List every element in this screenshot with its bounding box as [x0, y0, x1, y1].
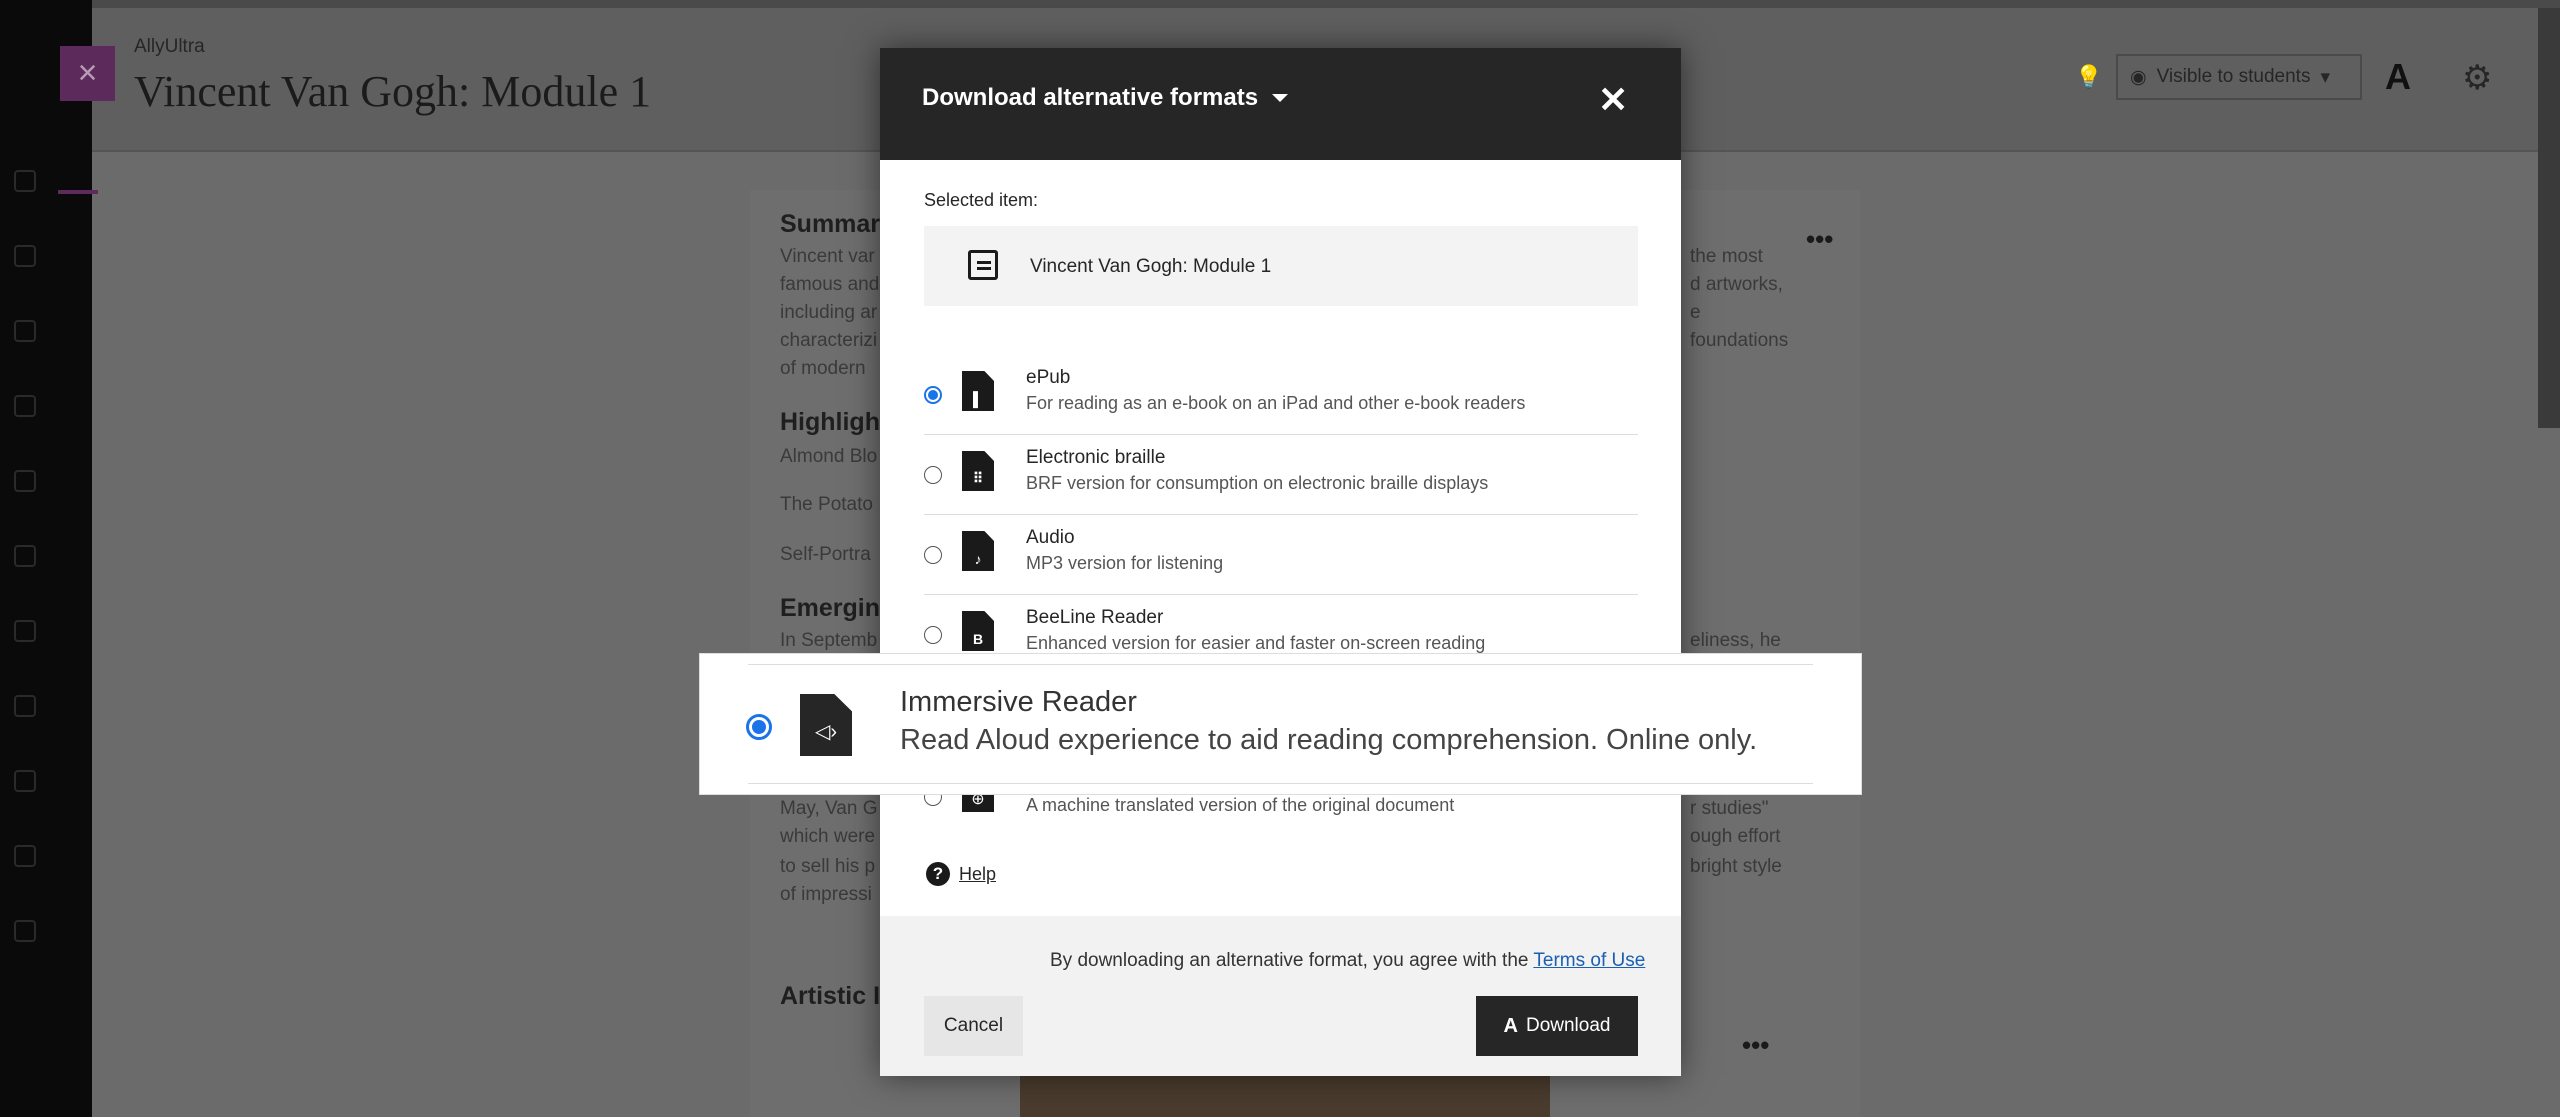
nav-lock-icon[interactable] — [14, 845, 36, 867]
option-title: BeeLine Reader — [1026, 607, 1164, 628]
format-option-braille[interactable]: ⠿ Electronic braille BRF version for con… — [924, 435, 1638, 515]
artwork-image — [1020, 1070, 1550, 1117]
lightbulb-icon[interactable]: 💡 — [2075, 64, 2102, 90]
nav-people-icon[interactable] — [14, 470, 36, 492]
summary-line: characterizi — [780, 330, 878, 351]
format-option-audio[interactable]: ♪ Audio MP3 version for listening — [924, 515, 1638, 595]
option-desc: MP3 version for listening — [1026, 553, 1224, 573]
radio-beeline[interactable] — [924, 626, 942, 644]
more-options-icon[interactable]: ••• — [1806, 224, 1833, 255]
summary-heading: Summar — [780, 210, 881, 238]
eye-icon: ◉ — [2130, 66, 2147, 88]
nav-institution-icon[interactable] — [14, 170, 36, 192]
paragraph-line-right: r studies" — [1690, 798, 1769, 819]
summary-line: famous and — [780, 274, 880, 295]
cancel-button[interactable]: Cancel — [924, 996, 1023, 1056]
artistic-heading: Artistic I — [780, 982, 881, 1010]
visibility-label: Visible to students — [2156, 66, 2311, 87]
nav-grades-icon[interactable] — [14, 695, 36, 717]
option-desc: BRF version for consumption on electroni… — [1026, 473, 1489, 493]
paragraph-line: to sell his p — [780, 856, 876, 877]
emerging-line-right: eliness, he — [1690, 630, 1781, 651]
translated-option-desc: A machine translated version of the orig… — [1026, 795, 1455, 815]
chevron-down-icon: ▾ — [2320, 66, 2330, 88]
terms-text: By downloading an alternative format, yo… — [1050, 950, 1529, 971]
paragraph-line: which were — [780, 826, 876, 847]
close-panel-button[interactable]: × — [60, 46, 115, 101]
summary-line: Vincent var — [780, 246, 875, 267]
emerging-line: In Septemb — [780, 630, 878, 651]
option-desc: Enhanced version for easier and faster o… — [1026, 633, 1486, 653]
option-desc: Read Aloud experience to aid reading com… — [900, 724, 1758, 756]
beeline-icon: B — [962, 611, 994, 651]
option-title: Electronic braille — [1026, 447, 1166, 468]
paragraph-line: May, Van G — [780, 798, 878, 819]
highlight-item: Self-Portra — [780, 544, 871, 565]
active-tab-indicator — [58, 190, 98, 194]
paragraph-line: of impressi — [780, 884, 872, 905]
chevron-down-icon — [1272, 94, 1289, 102]
radio-braille[interactable] — [924, 466, 942, 484]
selected-item-name: Vincent Van Gogh: Module 1 — [1030, 256, 1272, 277]
close-icon[interactable]: ✕ — [1598, 80, 1628, 120]
format-option-epub[interactable]: ▌ ePub For reading as an e-book on an iP… — [924, 355, 1638, 435]
terms-notice: By downloading an alternative format, yo… — [1050, 950, 1645, 972]
nav-messages-icon[interactable] — [14, 620, 36, 642]
nav-calendar-icon[interactable] — [14, 545, 36, 567]
summary-line-right: foundations — [1690, 330, 1789, 351]
download-label: Download — [1525, 1015, 1611, 1036]
option-title: ePub — [1026, 367, 1071, 388]
paragraph-line-right: bright style — [1690, 856, 1782, 877]
dialog-title-dropdown[interactable]: Download alternative formats — [922, 84, 1289, 112]
scrollbar[interactable] — [2538, 8, 2560, 428]
paragraph-line-right: ough effort — [1690, 826, 1781, 847]
more-options-icon[interactable]: ••• — [1742, 1030, 1769, 1061]
option-desc: For reading as an e-book on an iPad and … — [1026, 393, 1526, 413]
ally-icon[interactable]: A — [2385, 56, 2411, 98]
gear-icon[interactable]: ⚙ — [2462, 58, 2498, 97]
summary-line: including ar — [780, 302, 878, 323]
nav-search-icon[interactable] — [14, 245, 36, 267]
left-nav-rail — [0, 0, 92, 1117]
dialog-title: Download alternative formats — [922, 84, 1259, 111]
option-title: Immersive Reader — [900, 686, 1137, 718]
download-icon: A — [1503, 1014, 1518, 1037]
summary-line-right: the most — [1690, 246, 1763, 267]
highlight-item: The Potato — [780, 494, 873, 515]
help-icon: ? — [926, 862, 950, 886]
summary-line: of modern — [780, 358, 866, 379]
nav-courses-icon[interactable] — [14, 395, 36, 417]
radio-audio[interactable] — [924, 546, 942, 564]
nav-globe-icon[interactable] — [14, 320, 36, 342]
nav-tools-icon[interactable] — [14, 770, 36, 792]
audio-icon: ♪ — [962, 531, 994, 571]
app-name: AllyUltra — [134, 36, 205, 57]
epub-icon: ▌ — [962, 371, 994, 411]
page-title: Vincent Van Gogh: Module 1 — [134, 67, 652, 116]
summary-line-right: e — [1690, 302, 1701, 323]
emerging-heading: Emergin — [780, 594, 881, 622]
braille-icon: ⠿ — [962, 451, 994, 491]
help-link[interactable]: Help — [959, 864, 996, 885]
terms-of-use-link[interactable]: Terms of Use — [1533, 950, 1645, 971]
document-icon — [968, 250, 998, 280]
summary-line-right: d artworks, — [1690, 274, 1783, 295]
visibility-dropdown[interactable]: ◉ Visible to students ▾ — [2116, 54, 2362, 100]
selected-item-label: Selected item: — [924, 190, 1039, 210]
highlight-item: Almond Blo — [780, 446, 878, 467]
download-button[interactable]: A Download — [1476, 996, 1638, 1056]
nav-signout-icon[interactable] — [14, 920, 36, 942]
radio-immersive-reader[interactable] — [746, 714, 772, 740]
highlights-heading: Highligh — [780, 408, 880, 436]
option-title: Audio — [1026, 527, 1075, 548]
radio-epub[interactable] — [924, 386, 942, 404]
